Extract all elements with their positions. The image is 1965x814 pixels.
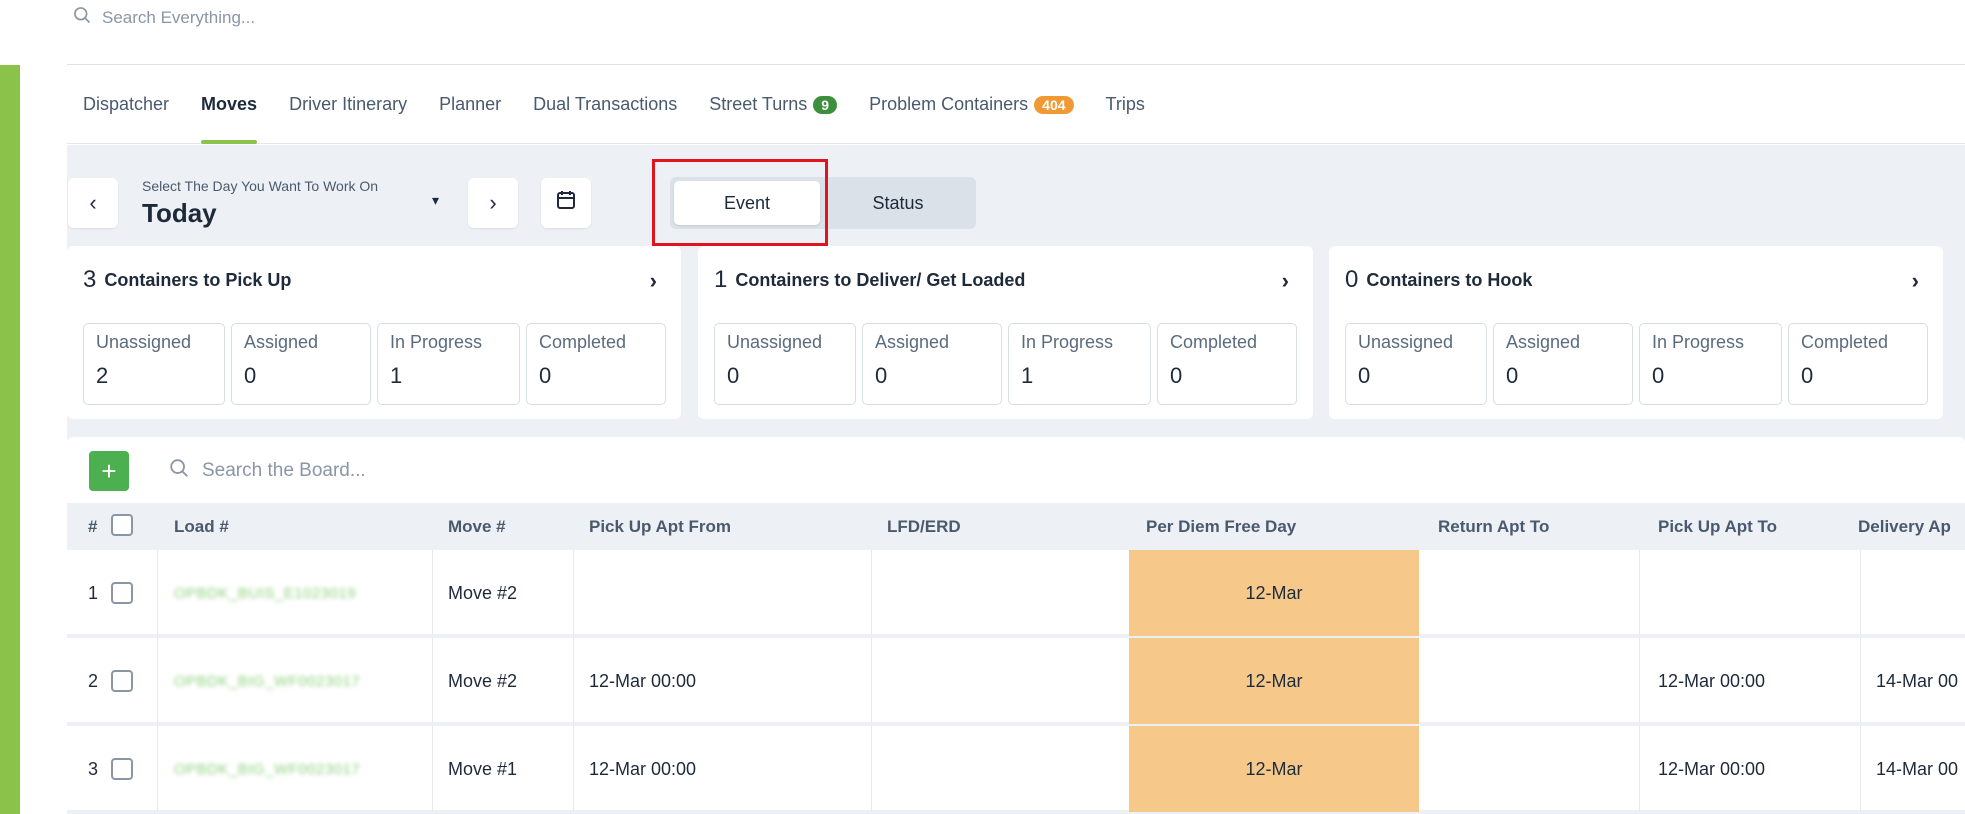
highlight-box bbox=[652, 159, 828, 246]
tab-dual-transactions[interactable]: Dual Transactions bbox=[517, 66, 693, 144]
calendar-button[interactable] bbox=[541, 178, 591, 228]
search-icon bbox=[72, 5, 92, 30]
col-per-diem[interactable]: Per Diem Free Day bbox=[1146, 517, 1296, 537]
street-turns-badge: 9 bbox=[813, 95, 838, 114]
chevron-right-icon[interactable]: › bbox=[650, 268, 657, 294]
move-number: Move #1 bbox=[448, 758, 518, 779]
table-row[interactable]: 3 OPBDK_BIG_WF0023017 Move #1 12-Mar 00:… bbox=[67, 726, 1965, 812]
row-number: 2 bbox=[88, 670, 99, 691]
stat-assigned[interactable]: Assigned 0 bbox=[1493, 323, 1633, 405]
stat-unassigned[interactable]: Unassigned 0 bbox=[1345, 323, 1487, 405]
add-button[interactable]: + bbox=[89, 451, 129, 491]
caret-down-icon: ▾ bbox=[432, 192, 440, 208]
delivery-apt: 14-Mar 00 bbox=[1876, 670, 1959, 691]
stat-completed[interactable]: Completed 0 bbox=[1788, 323, 1928, 405]
table-row[interactable]: 1 OPBDK_BUIS_E1023019 Move #2 12-Mar bbox=[67, 550, 1965, 636]
stat-in-progress[interactable]: In Progress 0 bbox=[1639, 323, 1782, 405]
calendar-icon bbox=[554, 188, 578, 218]
day-selector-label: Select The Day You Want To Work On bbox=[142, 178, 379, 194]
chevron-right-icon[interactable]: › bbox=[1282, 268, 1289, 294]
col-load[interactable]: Load # bbox=[174, 517, 229, 537]
card-pick-up[interactable]: 3 Containers to Pick Up › Unassigned 2 Ass… bbox=[67, 246, 681, 419]
tab-planner[interactable]: Planner bbox=[423, 66, 517, 144]
card-count: 1 bbox=[714, 266, 728, 293]
table-row[interactable]: 2 OPBDK_BIG_WF0023017 Move #2 12-Mar 00:… bbox=[67, 638, 1965, 724]
row-number: 3 bbox=[88, 758, 99, 779]
tab-street-turns[interactable]: Street Turns 9 bbox=[693, 66, 853, 144]
move-number: Move #2 bbox=[448, 582, 518, 603]
per-diem-cell: 12-Mar bbox=[1129, 726, 1419, 812]
stat-unassigned[interactable]: Unassigned 2 bbox=[83, 323, 225, 405]
table-header: # Load # Move # Pick Up Apt From LFD/ERD… bbox=[67, 503, 1965, 550]
board-search-input[interactable]: Search the Board... bbox=[202, 460, 366, 482]
stat-unassigned[interactable]: Unassigned 0 bbox=[714, 323, 856, 405]
chevron-left-icon: ‹ bbox=[89, 190, 97, 215]
col-move[interactable]: Move # bbox=[448, 517, 506, 537]
tab-problem-containers[interactable]: Problem Containers 404 bbox=[853, 66, 1089, 144]
tab-moves[interactable]: Moves bbox=[185, 66, 273, 144]
col-delivery[interactable]: Delivery Ap bbox=[1858, 517, 1951, 537]
pickup-from: 12-Mar 00:00 bbox=[589, 758, 697, 779]
load-number[interactable]: OPBDK_BIG_WF0023017 bbox=[174, 726, 360, 812]
move-number: Move #2 bbox=[448, 670, 518, 691]
delivery-apt: 14-Mar 00 bbox=[1876, 758, 1959, 779]
card-title: Containers to Hook bbox=[1366, 269, 1533, 290]
tab-dispatcher[interactable]: Dispatcher bbox=[67, 66, 185, 144]
left-accent-rail bbox=[0, 65, 20, 814]
per-diem-cell: 12-Mar bbox=[1129, 550, 1419, 636]
row-number: 1 bbox=[88, 582, 99, 603]
stat-completed[interactable]: Completed 0 bbox=[1157, 323, 1297, 405]
row-checkbox[interactable] bbox=[111, 638, 133, 724]
col-lfd[interactable]: LFD/ERD bbox=[887, 517, 961, 537]
day-selector[interactable]: Select The Day You Want To Work On Today… bbox=[142, 176, 452, 232]
per-diem-cell: 12-Mar bbox=[1129, 638, 1419, 724]
pickup-from: 12-Mar 00:00 bbox=[589, 670, 697, 691]
col-return-to[interactable]: Return Apt To bbox=[1438, 517, 1549, 537]
stat-completed[interactable]: Completed 0 bbox=[526, 323, 666, 405]
day-selector-value: Today bbox=[142, 198, 217, 228]
stat-assigned[interactable]: Assigned 0 bbox=[862, 323, 1002, 405]
row-checkbox[interactable] bbox=[111, 726, 133, 812]
tab-driver-itinerary[interactable]: Driver Itinerary bbox=[273, 66, 423, 144]
card-deliver[interactable]: 1 Containers to Deliver/ Get Loaded › Una… bbox=[698, 246, 1313, 419]
board-search[interactable]: Search the Board... bbox=[168, 457, 366, 485]
next-day-button[interactable]: › bbox=[468, 178, 518, 228]
card-hook[interactable]: 0 Containers to Hook › Unassigned 0 Assign… bbox=[1329, 246, 1943, 419]
search-icon bbox=[168, 457, 190, 485]
main-tabs: Dispatcher Moves Driver Itinerary Planne… bbox=[67, 66, 1965, 144]
prev-day-button[interactable]: ‹ bbox=[68, 178, 118, 228]
pickup-to: 12-Mar 00:00 bbox=[1658, 758, 1766, 779]
col-pickup-from[interactable]: Pick Up Apt From bbox=[589, 517, 731, 537]
load-number[interactable]: OPBDK_BIG_WF0023017 bbox=[174, 638, 360, 724]
row-checkbox[interactable] bbox=[111, 550, 133, 636]
chevron-right-icon[interactable]: › bbox=[1912, 268, 1919, 294]
global-search[interactable]: Search Everything... bbox=[72, 0, 1965, 35]
card-title: Containers to Pick Up bbox=[104, 269, 292, 290]
chevron-right-icon: › bbox=[489, 190, 497, 215]
col-pickup-to[interactable]: Pick Up Apt To bbox=[1658, 517, 1777, 537]
global-search-placeholder[interactable]: Search Everything... bbox=[102, 8, 255, 28]
pickup-to: 12-Mar 00:00 bbox=[1658, 670, 1766, 691]
stat-in-progress[interactable]: In Progress 1 bbox=[1008, 323, 1151, 405]
stat-assigned[interactable]: Assigned 0 bbox=[231, 323, 371, 405]
card-count: 0 bbox=[1345, 266, 1359, 293]
select-all-checkbox[interactable] bbox=[111, 514, 133, 536]
card-title: Containers to Deliver/ Get Loaded bbox=[735, 269, 1026, 290]
load-number[interactable]: OPBDK_BUIS_E1023019 bbox=[174, 550, 356, 636]
col-num: # bbox=[88, 517, 98, 536]
card-count: 3 bbox=[83, 266, 97, 293]
status-toggle-button[interactable]: Status bbox=[825, 181, 971, 225]
tab-trips[interactable]: Trips bbox=[1090, 66, 1161, 144]
problem-containers-badge: 404 bbox=[1034, 95, 1074, 114]
stat-in-progress[interactable]: In Progress 1 bbox=[377, 323, 520, 405]
